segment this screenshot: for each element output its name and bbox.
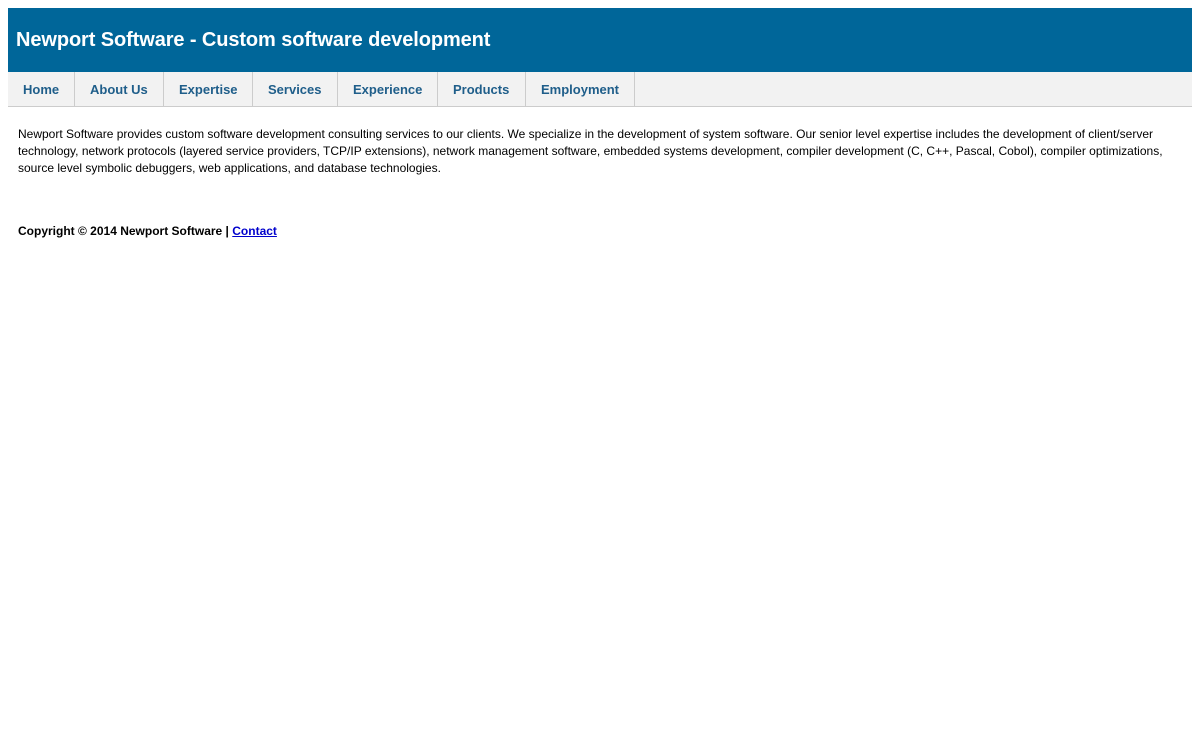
nav-item-expertise[interactable]: Expertise — [164, 72, 253, 106]
nav-item-employment[interactable]: Employment — [526, 72, 635, 106]
nav-item-products[interactable]: Products — [438, 72, 526, 106]
header-banner: Newport Software - Custom software devel… — [8, 8, 1192, 72]
copyright-text: Copyright © 2014 Newport Software | — [18, 224, 233, 238]
nav-item-services[interactable]: Services — [253, 72, 338, 106]
page-container: Newport Software - Custom software devel… — [8, 8, 1192, 238]
intro-paragraph: Newport Software provides custom softwar… — [18, 127, 1163, 175]
main-navigation: Home About Us Expertise Services Experie… — [8, 72, 1192, 107]
nav-item-home[interactable]: Home — [8, 72, 75, 106]
nav-item-about-us[interactable]: About Us — [75, 72, 164, 106]
footer: Copyright © 2014 Newport Software | Cont… — [8, 224, 1192, 238]
main-content: Newport Software provides custom softwar… — [8, 107, 1192, 177]
nav-item-experience[interactable]: Experience — [338, 72, 438, 106]
contact-link[interactable]: Contact — [232, 224, 277, 238]
site-title: Newport Software - Custom software devel… — [16, 28, 491, 51]
